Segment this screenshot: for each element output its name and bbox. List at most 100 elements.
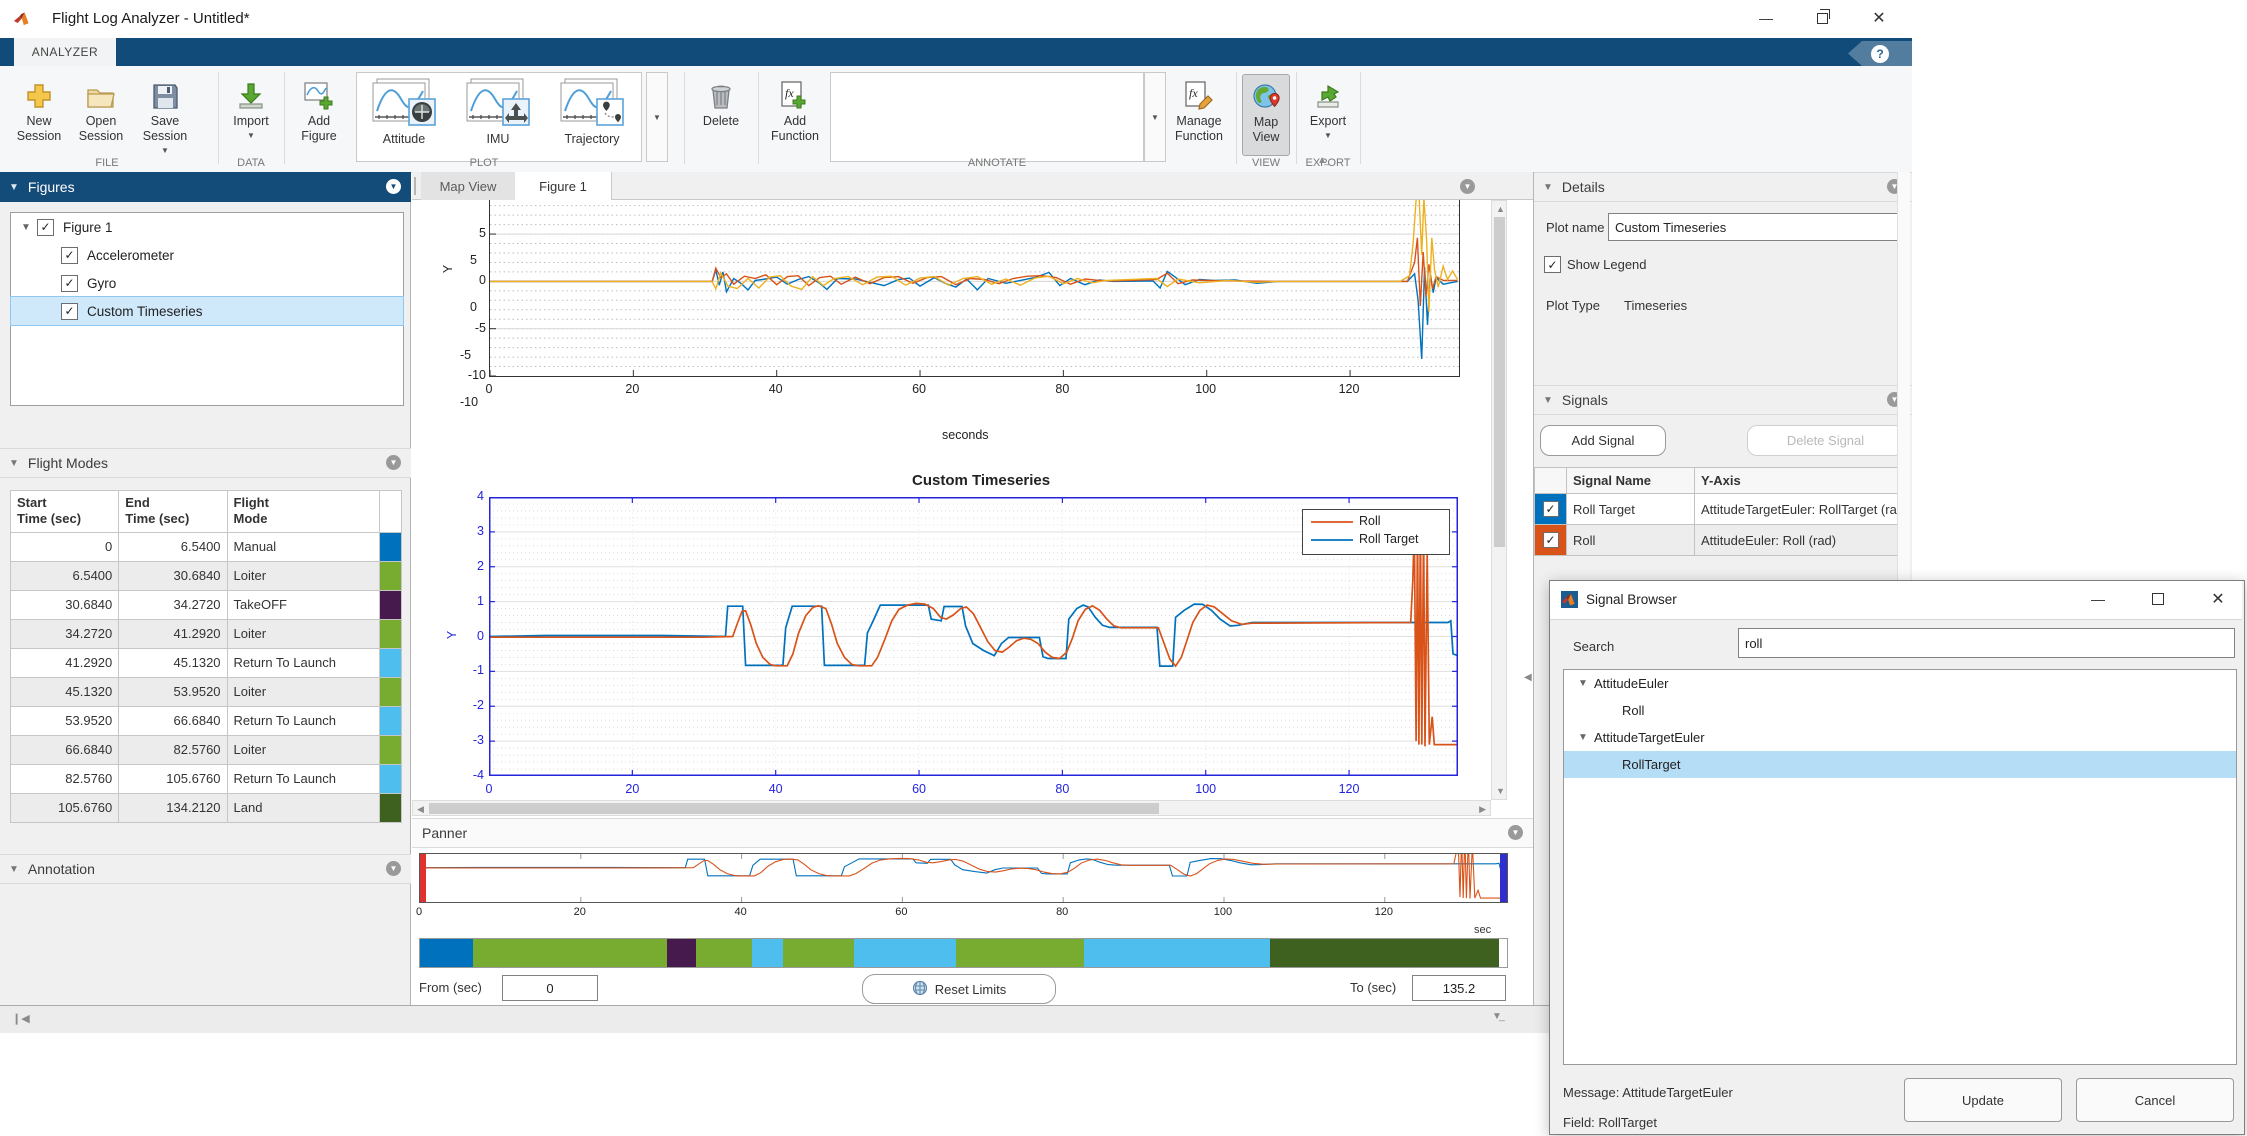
add-function-button[interactable]: fx Add Function (764, 74, 826, 144)
flight-mode-row[interactable]: 82.5760105.6760Return To Launch (11, 764, 402, 793)
dialog-close-button[interactable]: ✕ (2198, 584, 2238, 614)
mode-strip-segment[interactable] (473, 939, 667, 967)
figure-vscrollbar[interactable]: ▲ ▼ (1491, 200, 1507, 800)
restore-button[interactable] (1802, 3, 1842, 33)
signal-browser-item[interactable]: ▼AttitudeEuler (1564, 670, 2236, 697)
flight-mode-strip[interactable] (419, 938, 1508, 968)
figures-menu-icon[interactable]: ▼ (386, 179, 401, 194)
annotation-menu-icon[interactable]: ▼ (386, 861, 401, 876)
figure-tabs-menu-icon[interactable]: ▼ (1460, 179, 1475, 194)
import-button[interactable]: Import ▼ (222, 74, 280, 140)
scroll-up-icon[interactable]: ▲ (1496, 204, 1505, 214)
mode-strip-segment[interactable] (783, 939, 854, 967)
tree-expand-icon[interactable]: ▼ (19, 222, 33, 233)
figure-checkbox[interactable]: ✓ (61, 303, 78, 320)
flight-mode-row[interactable]: 34.272041.2920Loiter (11, 619, 402, 648)
mode-strip-segment[interactable] (667, 939, 696, 967)
flight-mode-row[interactable]: 53.952066.6840Return To Launch (11, 706, 402, 735)
signal-row[interactable]: ✓RollAttitudeEuler: Roll (rad) (1535, 525, 1907, 556)
mode-strip-segment[interactable] (696, 939, 752, 967)
hscroll-thumb[interactable] (429, 803, 1159, 814)
flight-modes-table[interactable]: StartTime (sec) EndTime (sec) FlightMode… (10, 490, 402, 823)
map-view-button[interactable]: Map View (1242, 74, 1290, 156)
new-session-button[interactable]: New Session (10, 74, 68, 144)
mode-strip-segment[interactable] (1084, 939, 1270, 967)
dialog-minimize-button[interactable]: — (2078, 584, 2118, 614)
vscroll-thumb[interactable] (1494, 217, 1505, 547)
annotation-function-gallery[interactable] (830, 72, 1144, 162)
figures-panel-header[interactable]: ▼ Figures ▼ (0, 172, 411, 202)
tab-figure-1[interactable]: Figure 1 (515, 172, 612, 200)
signals-panel-header[interactable]: ▼ Signals ▼ (1534, 385, 1912, 415)
flight-mode-row[interactable]: 06.5400Manual (11, 532, 402, 561)
signal-browser-item[interactable]: ▼AttitudeTargetEuler (1564, 724, 2236, 751)
figures-collapse-icon[interactable]: ▼ (9, 182, 19, 193)
tree-expand-icon[interactable]: ▼ (1576, 678, 1590, 689)
mode-strip-segment[interactable] (752, 939, 783, 967)
panner-menu-icon[interactable]: ▼ (1508, 825, 1523, 840)
signals-collapse-icon[interactable]: ▼ (1543, 395, 1553, 406)
scroll-right-icon[interactable]: ▶ (1479, 804, 1486, 815)
delete-button[interactable]: Delete (692, 74, 750, 129)
flight-modes-menu-icon[interactable]: ▼ (386, 455, 401, 470)
signal-browser-item[interactable]: RollTarget (1564, 751, 2236, 778)
plot-type-trajectory[interactable]: Trajectory (545, 73, 639, 161)
panner-plot[interactable] (419, 853, 1508, 903)
signals-table[interactable]: Signal Name Y-Axis ✓Roll TargetAttitudeT… (1534, 467, 1907, 556)
plot-name-input[interactable] (1608, 213, 1900, 241)
details-collapse-icon[interactable]: ▼ (1543, 182, 1553, 193)
dialog-title-bar[interactable]: Signal Browser — ✕ (1550, 581, 2242, 620)
flight-modes-panel-header[interactable]: ▼ Flight Modes ▼ (0, 448, 411, 478)
flight-mode-row[interactable]: 41.292045.1320Return To Launch (11, 648, 402, 677)
figure-canvas[interactable]: -10-505 Y seconds Custom Timeseries Roll… (412, 200, 1491, 800)
plot-gallery-expand-button[interactable]: ▼ (646, 72, 668, 162)
tab-analyzer[interactable]: ANALYZER (14, 38, 116, 66)
update-button[interactable]: Update (1904, 1078, 2062, 1122)
search-input[interactable] (1738, 628, 2235, 658)
mode-strip-segment[interactable] (956, 939, 1084, 967)
minimize-button[interactable]: — (1746, 3, 1786, 33)
flight-mode-row[interactable]: 45.132053.9520Loiter (11, 677, 402, 706)
open-session-button[interactable]: Open Session (72, 74, 130, 144)
figures-tree-item[interactable]: ▼✓Figure 1 (11, 213, 403, 241)
collapse-right-panel-icon[interactable]: ◀ (1524, 672, 1532, 683)
show-legend-checkbox[interactable]: ✓ (1544, 256, 1561, 273)
collapse-left-panel-icon[interactable]: ❙◀ (12, 1012, 30, 1025)
panner-left-handle[interactable] (420, 854, 426, 902)
annotation-panel-header[interactable]: ▼ Annotation ▼ (0, 854, 411, 884)
figure-checkbox[interactable]: ✓ (61, 247, 78, 264)
collapse-bottom-panel-icon[interactable]: ▼̲ (1492, 1011, 1502, 1022)
tree-expand-icon[interactable]: ▼ (1576, 732, 1590, 743)
reset-limits-button[interactable]: Reset Limits (862, 974, 1056, 1004)
mode-strip-segment[interactable] (1270, 939, 1499, 967)
signal-checkbox[interactable]: ✓ (1543, 532, 1559, 548)
close-button[interactable]: ✕ (1859, 3, 1899, 33)
add-figure-button[interactable]: Add Figure (290, 74, 348, 144)
figures-tree-item[interactable]: ✓Custom Timeseries (11, 297, 403, 325)
signal-browser-item[interactable]: Roll (1564, 697, 2236, 724)
annotation-collapse-icon[interactable]: ▼ (9, 864, 19, 875)
flight-mode-row[interactable]: 30.684034.2720TakeOFF (11, 590, 402, 619)
plot-type-imu[interactable]: IMU (451, 73, 545, 161)
scroll-down-icon[interactable]: ▼ (1496, 786, 1505, 796)
figures-tree-item[interactable]: ✓Accelerometer (11, 241, 403, 269)
plot-type-attitude[interactable]: Attitude (357, 73, 451, 161)
details-panel-header[interactable]: ▼ Details ▼ (1534, 172, 1912, 202)
scroll-left-icon[interactable]: ◀ (417, 804, 424, 815)
figure-checkbox[interactable]: ✓ (61, 275, 78, 292)
figures-tree-item[interactable]: ✓Gyro (11, 269, 403, 297)
tab-map-view[interactable]: Map View (421, 172, 516, 200)
panner-right-handle[interactable] (1500, 854, 1507, 902)
flight-mode-row[interactable]: 66.684082.5760Loiter (11, 735, 402, 764)
delete-signal-button[interactable]: Delete Signal (1747, 425, 1904, 456)
flight-mode-row[interactable]: 105.6760134.2120Land (11, 793, 402, 822)
manage-function-button[interactable]: fx Manage Function (1168, 74, 1230, 144)
flight-mode-row[interactable]: 6.540030.6840Loiter (11, 561, 402, 590)
mode-strip-segment[interactable] (854, 939, 956, 967)
custom-plot-axes[interactable]: Roll Roll Target (489, 497, 1458, 776)
flight-modes-collapse-icon[interactable]: ▼ (9, 458, 19, 469)
plot-legend[interactable]: Roll Roll Target (1302, 509, 1450, 555)
figure-checkbox[interactable]: ✓ (37, 219, 54, 236)
from-input[interactable] (502, 975, 598, 1001)
to-input[interactable] (1412, 975, 1506, 1001)
